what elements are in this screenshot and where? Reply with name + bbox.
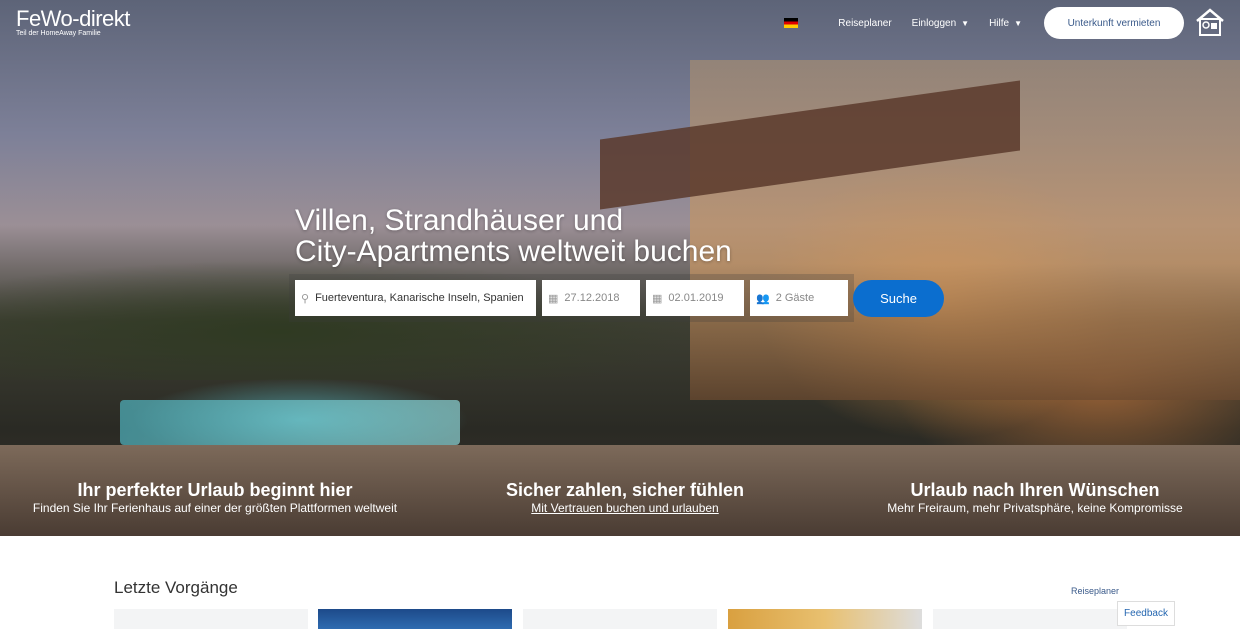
caret-down-icon: ▼ — [961, 18, 970, 28]
map-pin-icon: ⚲ — [301, 292, 310, 305]
calendar-icon: ▦ — [548, 292, 559, 305]
checkin-value: 27.12.2018 — [564, 292, 620, 304]
nav-label: Hilfe — [989, 17, 1010, 29]
destination-input[interactable]: ⚲ Fuerteventura, Kanarische Inseln, Spani… — [295, 280, 536, 316]
feature-title: Sicher zahlen, sicher fühlen — [505, 480, 745, 500]
feature-title: Ihr perfekter Urlaub beginnt hier — [77, 480, 353, 500]
search-bar: ⚲ Fuerteventura, Kanarische Inseln, Spani… — [289, 274, 854, 322]
hero-title: Villen, Strandhäuser und City-Apartments… — [295, 205, 732, 267]
feature-1: Ihr perfekter Urlaub beginnt hier Finden … — [15, 480, 415, 515]
checkout-input[interactable]: ▦ 02.01.2019 — [646, 280, 744, 316]
guests-input[interactable]: 👥 2 Gäste — [750, 280, 848, 316]
nav-trip-planner[interactable]: Reiseplaner — [838, 18, 891, 29]
hero-title-line: Villen, Strandhäuser und — [295, 204, 624, 237]
recent-card[interactable] — [318, 609, 512, 629]
top-nav: Reiseplaner Einloggen ▼ Hilfe ▼ Unterkunft… — [784, 0, 1240, 46]
recent-card[interactable] — [933, 609, 1127, 629]
logo[interactable]: FeWo-direkt Teil der HomeAway Familie — [16, 6, 130, 37]
recent-card[interactable] — [728, 609, 922, 629]
feature-text: Mehr Freiraum, mehr Privatsphäre, keine … — [887, 501, 1183, 515]
recent-card[interactable] — [523, 609, 717, 629]
hero-image-pool — [120, 400, 460, 445]
recent-card[interactable] — [114, 609, 308, 629]
checkout-value: 02.01.2019 — [668, 292, 724, 304]
birdhouse-icon[interactable] — [1194, 8, 1226, 38]
checkin-input[interactable]: ▦ 27.12.2018 — [542, 280, 640, 316]
rent-property-button[interactable]: Unterkunft vermieten — [1044, 7, 1184, 39]
hero-section: FeWo-direkt Teil der HomeAway Familie Re… — [0, 0, 1240, 536]
recent-activity-title: Letzte Vorgänge — [114, 578, 238, 597]
trip-planner-link[interactable]: Reiseplaner — [1071, 586, 1119, 596]
feature-2: Sicher zahlen, sicher fühlen Mit Vertraue… — [425, 480, 825, 515]
search-button[interactable]: Suche — [853, 280, 944, 317]
hero-title-line: City-Apartments weltweit buchen — [295, 235, 732, 268]
nav-help[interactable]: Hilfe ▼ — [989, 18, 1022, 29]
nav-label: Reiseplaner — [838, 17, 892, 29]
nav-label: Einloggen — [911, 17, 957, 29]
guests-icon: 👥 — [756, 292, 770, 305]
feature-title: Urlaub nach Ihren Wünschen — [910, 480, 1160, 500]
feature-link[interactable]: Mit Vertrauen buchen und urlauben — [531, 501, 718, 515]
calendar-icon: ▦ — [652, 292, 663, 305]
guests-value: 2 Gäste — [775, 292, 815, 304]
nav-login[interactable]: Einloggen ▼ — [912, 18, 969, 29]
destination-value: Fuerteventura, Kanarische Inseln, Spanie… — [315, 292, 524, 304]
de-flag-icon[interactable] — [784, 18, 799, 28]
feature-text: Finden Sie Ihr Ferienhaus auf einer der … — [32, 501, 398, 515]
feature-3: Urlaub nach Ihren Wünschen Mehr Freiraum,… — [835, 480, 1235, 515]
logo-text: FeWo-direkt — [16, 6, 130, 31]
caret-down-icon: ▼ — [1014, 18, 1022, 28]
feedback-button[interactable]: Feedback — [1117, 601, 1175, 626]
